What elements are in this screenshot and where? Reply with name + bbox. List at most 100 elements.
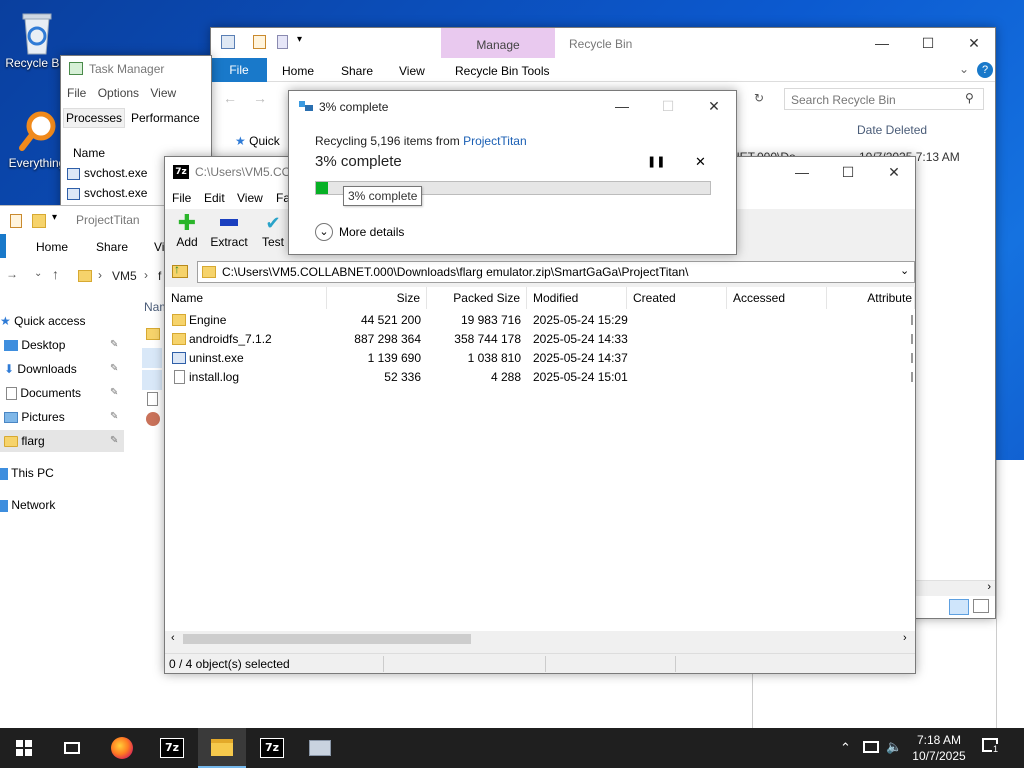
table-row[interactable]: uninst.exe 1 139 690 1 038 810 2025-05-2… [165,349,915,368]
titlebar[interactable]: Task Manager [61,56,211,82]
table-row[interactable]: install.log 52 336 4 288 2025-05-24 15:0… [165,368,915,387]
column-header-name[interactable]: Name [73,146,105,160]
close-button[interactable]: ✕ [871,157,915,187]
scroll-right-arrow-icon[interactable]: › [903,632,907,644]
network-status-icon[interactable] [863,741,879,753]
horizontal-scrollbar[interactable]: ‹ › [165,631,915,647]
column-header-created[interactable]: Created [627,287,727,309]
tab-view[interactable]: Vi [154,240,164,254]
menu-options[interactable]: Options [98,86,139,100]
sidebar-item-desktop[interactable]: Desktop ✎ [0,334,124,356]
address-input[interactable]: C:\Users\VM5.COLLABNET.000\Downloads\fla… [197,261,915,283]
sidebar-item-documents[interactable]: Documents ✎ [0,382,124,404]
minimize-button[interactable]: — [599,91,645,121]
column-header-accessed[interactable]: Accessed [727,287,827,309]
folder-up-button[interactable]: ↑ [169,261,191,283]
sidebar-item-quick-access[interactable]: ★ Quick [235,134,280,148]
tab-recycle-bin-tools[interactable]: Recycle Bin Tools [455,64,550,78]
recent-locations-icon[interactable]: ⌄ [34,268,42,279]
pin-icon[interactable]: ✎ [110,406,118,428]
cancel-button[interactable]: ✕ [695,154,706,170]
large-icons-view-icon[interactable] [973,599,989,613]
maximize-button[interactable]: ☐ [905,28,951,58]
titlebar[interactable]: 3% complete — ☐ ✕ [289,91,736,121]
task-view-button[interactable] [48,728,96,768]
forward-arrow-icon[interactable]: → [253,90,267,106]
menu-view[interactable]: View [150,86,176,100]
column-header-modified[interactable]: Modified [527,287,627,309]
sidebar-item-network[interactable]: Network [0,494,124,516]
volume-muted-icon[interactable]: 🔈 [886,739,902,755]
tab-performance[interactable]: Performance [131,111,200,125]
tab-processes[interactable]: Processes [63,108,125,128]
back-arrow-icon[interactable]: ← [223,90,237,106]
properties-icon[interactable] [10,214,22,228]
add-button[interactable]: ✚ Add [169,212,205,253]
folder-icon[interactable] [32,214,46,228]
recycle-bin-titlebar[interactable]: ▾ Manage Recycle Bin — ☐ ✕ [211,28,995,58]
refresh-icon[interactable]: ↻ [754,91,764,105]
sidebar-item-pictures[interactable]: Pictures ✎ [0,406,124,428]
maximize-button[interactable]: ☐ [825,157,871,187]
ribbon-expand-icon[interactable]: ⌄ [959,62,969,76]
tab-view[interactable]: View [399,64,425,78]
test-button[interactable]: ✔ Test [255,213,291,253]
sidebar-item-downloads[interactable]: ⬇ Downloads ✎ [0,358,124,380]
column-header-size[interactable]: Size [327,287,427,309]
customize-quick-access-icon[interactable]: ▾ [52,212,57,223]
extract-button[interactable]: Extract [207,213,251,253]
help-icon[interactable]: ? [977,62,993,78]
file-list[interactable]: Name Size Packed Size Modified Created A… [165,287,915,647]
file-explorer-taskbar-button[interactable] [198,728,246,768]
tab-file[interactable]: File [211,58,267,82]
pin-icon[interactable]: ✎ [110,358,118,380]
scrollbar-thumb[interactable] [183,634,471,644]
tab-home[interactable]: Home [282,64,314,78]
clock[interactable]: 7:18 AM 10/7/2025 [908,732,970,764]
7zip-taskbar-button[interactable]: 7z [148,728,196,768]
source-link[interactable]: ProjectTitan [463,134,527,148]
breadcrumb-vm5[interactable]: VM5 [112,269,137,283]
show-hidden-icons-icon[interactable]: ⌃ [840,740,851,756]
column-header-packed-size[interactable]: Packed Size [427,287,527,309]
menu-view[interactable]: View [237,191,263,205]
scroll-right-arrow-icon[interactable]: › [987,581,991,593]
close-button[interactable]: ✕ [951,28,995,58]
close-button[interactable]: ✕ [691,91,736,121]
minimize-button[interactable]: — [859,28,905,58]
pin-icon[interactable]: ✎ [110,382,118,404]
minimize-button[interactable]: — [779,157,825,187]
sidebar-item-quick-access[interactable]: ★ Quick access [0,310,124,332]
address-bar[interactable]: → ⌄ ↑ › VM5 › f [0,264,165,288]
action-center-button[interactable]: 1 [982,738,1002,756]
network-drive-taskbar-button[interactable] [296,728,344,768]
progress-dialog[interactable]: 3% complete — ☐ ✕ Recycling 5,196 items … [288,90,737,255]
sidebar-item-this-pc[interactable]: This PC [0,462,124,484]
tab-home[interactable]: Home [36,240,68,254]
tab-share[interactable]: Share [96,240,128,254]
pin-icon[interactable]: ✎ [110,334,118,356]
pin-icon[interactable]: ✎ [110,430,118,452]
menu-file[interactable]: File [172,191,191,205]
chevron-down-icon[interactable]: ⌄ [900,264,909,277]
table-row[interactable]: Engine 44 521 200 19 983 716 2025-05-24 … [165,311,915,330]
firefox-button[interactable] [98,728,146,768]
tab-file[interactable] [0,234,6,258]
new-folder-icon[interactable] [277,35,288,49]
context-tab-manage[interactable]: Manage [441,28,555,58]
pause-button[interactable]: ❚❚ [647,155,665,168]
breadcrumb-folder[interactable]: f [158,269,161,283]
properties-icon[interactable] [253,35,266,49]
search-box[interactable]: Search Recycle Bin ⚲ [784,88,984,110]
folder-quick-icon[interactable] [221,35,235,49]
details-view-icon[interactable] [949,599,969,615]
7zip-taskbar-button[interactable]: 7z [248,728,296,768]
forward-arrow-icon[interactable]: → [6,267,18,281]
start-button[interactable] [0,728,48,768]
customize-quick-access-icon[interactable]: ▾ [297,34,302,45]
table-row[interactable]: androidfs_7.1.2 887 298 364 358 744 178 … [165,330,915,349]
column-header-date-deleted[interactable]: Date Deleted [849,118,989,142]
sidebar-item-flarg[interactable]: flarg ✎ [0,430,124,452]
menu-file[interactable]: File [67,86,86,100]
tab-share[interactable]: Share [341,64,373,78]
